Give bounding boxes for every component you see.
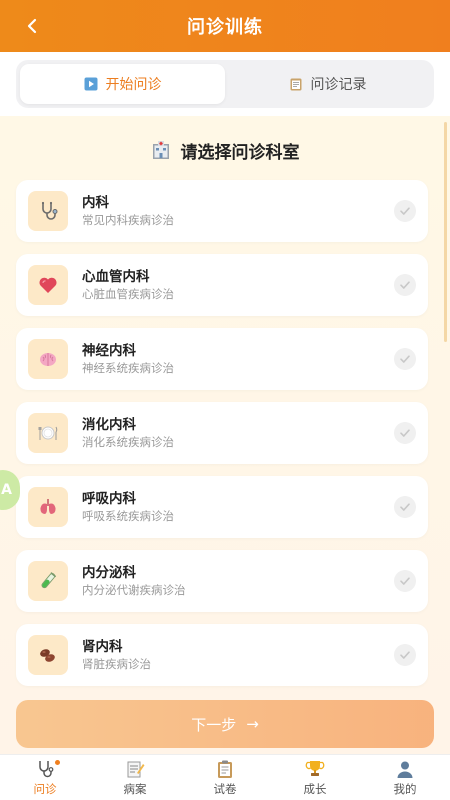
notification-dot	[55, 760, 60, 765]
nav-item-consultation[interactable]: 问诊	[0, 755, 90, 800]
dept-name: 心血管内科	[82, 269, 150, 285]
heart-icon	[28, 265, 68, 305]
select-check[interactable]	[394, 274, 416, 296]
nav-item-growth[interactable]: 成长	[270, 755, 360, 800]
chevron-left-icon	[27, 18, 37, 34]
check-icon	[400, 577, 410, 585]
user-icon	[397, 761, 413, 778]
brain-icon	[28, 339, 68, 379]
clipboard-icon	[218, 760, 232, 778]
nav-label: 我的	[393, 781, 417, 796]
memo-icon	[127, 761, 145, 777]
department-list-panel[interactable]: 请选择问诊科室 内科 常见内科疾病诊治 心血管内科 心脏血管疾病诊治 神经内科 …	[0, 116, 450, 754]
dept-desc: 常见内科疾病诊治	[82, 213, 174, 227]
page-title: 问诊训练	[187, 17, 263, 38]
check-icon	[400, 207, 410, 215]
list-item-internal-medicine[interactable]: 内科 常见内科疾病诊治	[16, 180, 428, 242]
tab-consultation-records[interactable]: 问诊记录	[225, 64, 430, 104]
list-item-endocrinology[interactable]: 内分泌科 内分泌代谢疾病诊治	[16, 550, 428, 612]
stethoscope-icon	[39, 760, 54, 777]
dept-name: 肾内科	[82, 639, 123, 655]
play-icon	[84, 77, 98, 91]
hospital-icon	[152, 141, 169, 159]
select-check[interactable]	[394, 496, 416, 518]
nav-item-mine[interactable]: 我的	[360, 755, 450, 800]
nav-item-exams[interactable]: 试卷	[180, 755, 270, 800]
tabs-bar: 开始问诊 问诊记录	[0, 52, 450, 116]
next-step-button[interactable]: 下一步 →	[16, 700, 434, 748]
bottom-navigation: 问诊 病案 试卷 成长 我的	[0, 754, 450, 800]
nav-item-cases[interactable]: 病案	[90, 755, 180, 800]
back-button[interactable]	[18, 12, 46, 40]
list-item-nephrology[interactable]: 肾内科 肾脏疾病诊治	[16, 624, 428, 686]
plate-icon	[28, 413, 68, 453]
nav-label: 试卷	[213, 781, 237, 796]
dept-name: 神经内科	[82, 343, 136, 359]
nav-label: 问诊	[33, 781, 57, 796]
select-check[interactable]	[394, 644, 416, 666]
tab-start-consultation[interactable]: 开始问诊	[20, 64, 225, 104]
dept-name: 内分泌科	[82, 565, 136, 581]
tab-label: 开始问诊	[105, 77, 162, 93]
dept-name: 呼吸内科	[82, 491, 136, 507]
select-check[interactable]	[394, 570, 416, 592]
dept-name: 内科	[82, 195, 109, 211]
section-heading: 请选择问诊科室	[0, 136, 450, 164]
kidney-icon	[28, 635, 68, 675]
dept-desc: 神经系统疾病诊治	[82, 361, 174, 375]
list-item-cardiology[interactable]: 心血管内科 心脏血管疾病诊治	[16, 254, 428, 316]
dept-desc: 心脏血管疾病诊治	[82, 287, 174, 301]
select-check[interactable]	[394, 348, 416, 370]
next-step-label: 下一步	[191, 715, 237, 734]
test-tube-icon	[28, 561, 68, 601]
select-check[interactable]	[394, 200, 416, 222]
app-header: 问诊训练	[0, 0, 450, 52]
check-icon	[400, 281, 410, 289]
dept-desc: 呼吸系统疾病诊治	[82, 509, 174, 523]
check-icon	[400, 355, 410, 363]
dept-desc: 肾脏疾病诊治	[82, 657, 151, 671]
tab-label: 问诊记录	[310, 77, 367, 93]
nav-label: 病案	[123, 781, 147, 796]
list-item-respiratory[interactable]: 呼吸内科 呼吸系统疾病诊治	[16, 476, 428, 538]
dept-name: 消化内科	[82, 417, 136, 433]
arrow-right-icon: →	[246, 715, 259, 733]
stethoscope-icon	[28, 191, 68, 231]
list-item-neurology[interactable]: 神经内科 神经系统疾病诊治	[16, 328, 428, 390]
check-icon	[400, 503, 410, 511]
trophy-icon	[305, 760, 325, 776]
clipboard-icon	[289, 77, 303, 91]
lungs-icon	[28, 487, 68, 527]
section-title: 请选择问诊科室	[180, 142, 300, 163]
dept-desc: 消化系统疾病诊治	[82, 435, 174, 449]
dept-desc: 内分泌代谢疾病诊治	[82, 583, 186, 597]
select-check[interactable]	[394, 422, 416, 444]
department-list: 内科 常见内科疾病诊治 心血管内科 心脏血管疾病诊治 神经内科 神经系统疾病诊治…	[16, 180, 428, 698]
list-item-gastroenterology[interactable]: 消化内科 消化系统疾病诊治	[16, 402, 428, 464]
segmented-tabs: 开始问诊 问诊记录	[16, 60, 434, 108]
translate-icon: A	[1, 482, 12, 498]
check-icon	[400, 429, 410, 437]
check-icon	[400, 651, 410, 659]
nav-label: 成长	[303, 781, 327, 796]
